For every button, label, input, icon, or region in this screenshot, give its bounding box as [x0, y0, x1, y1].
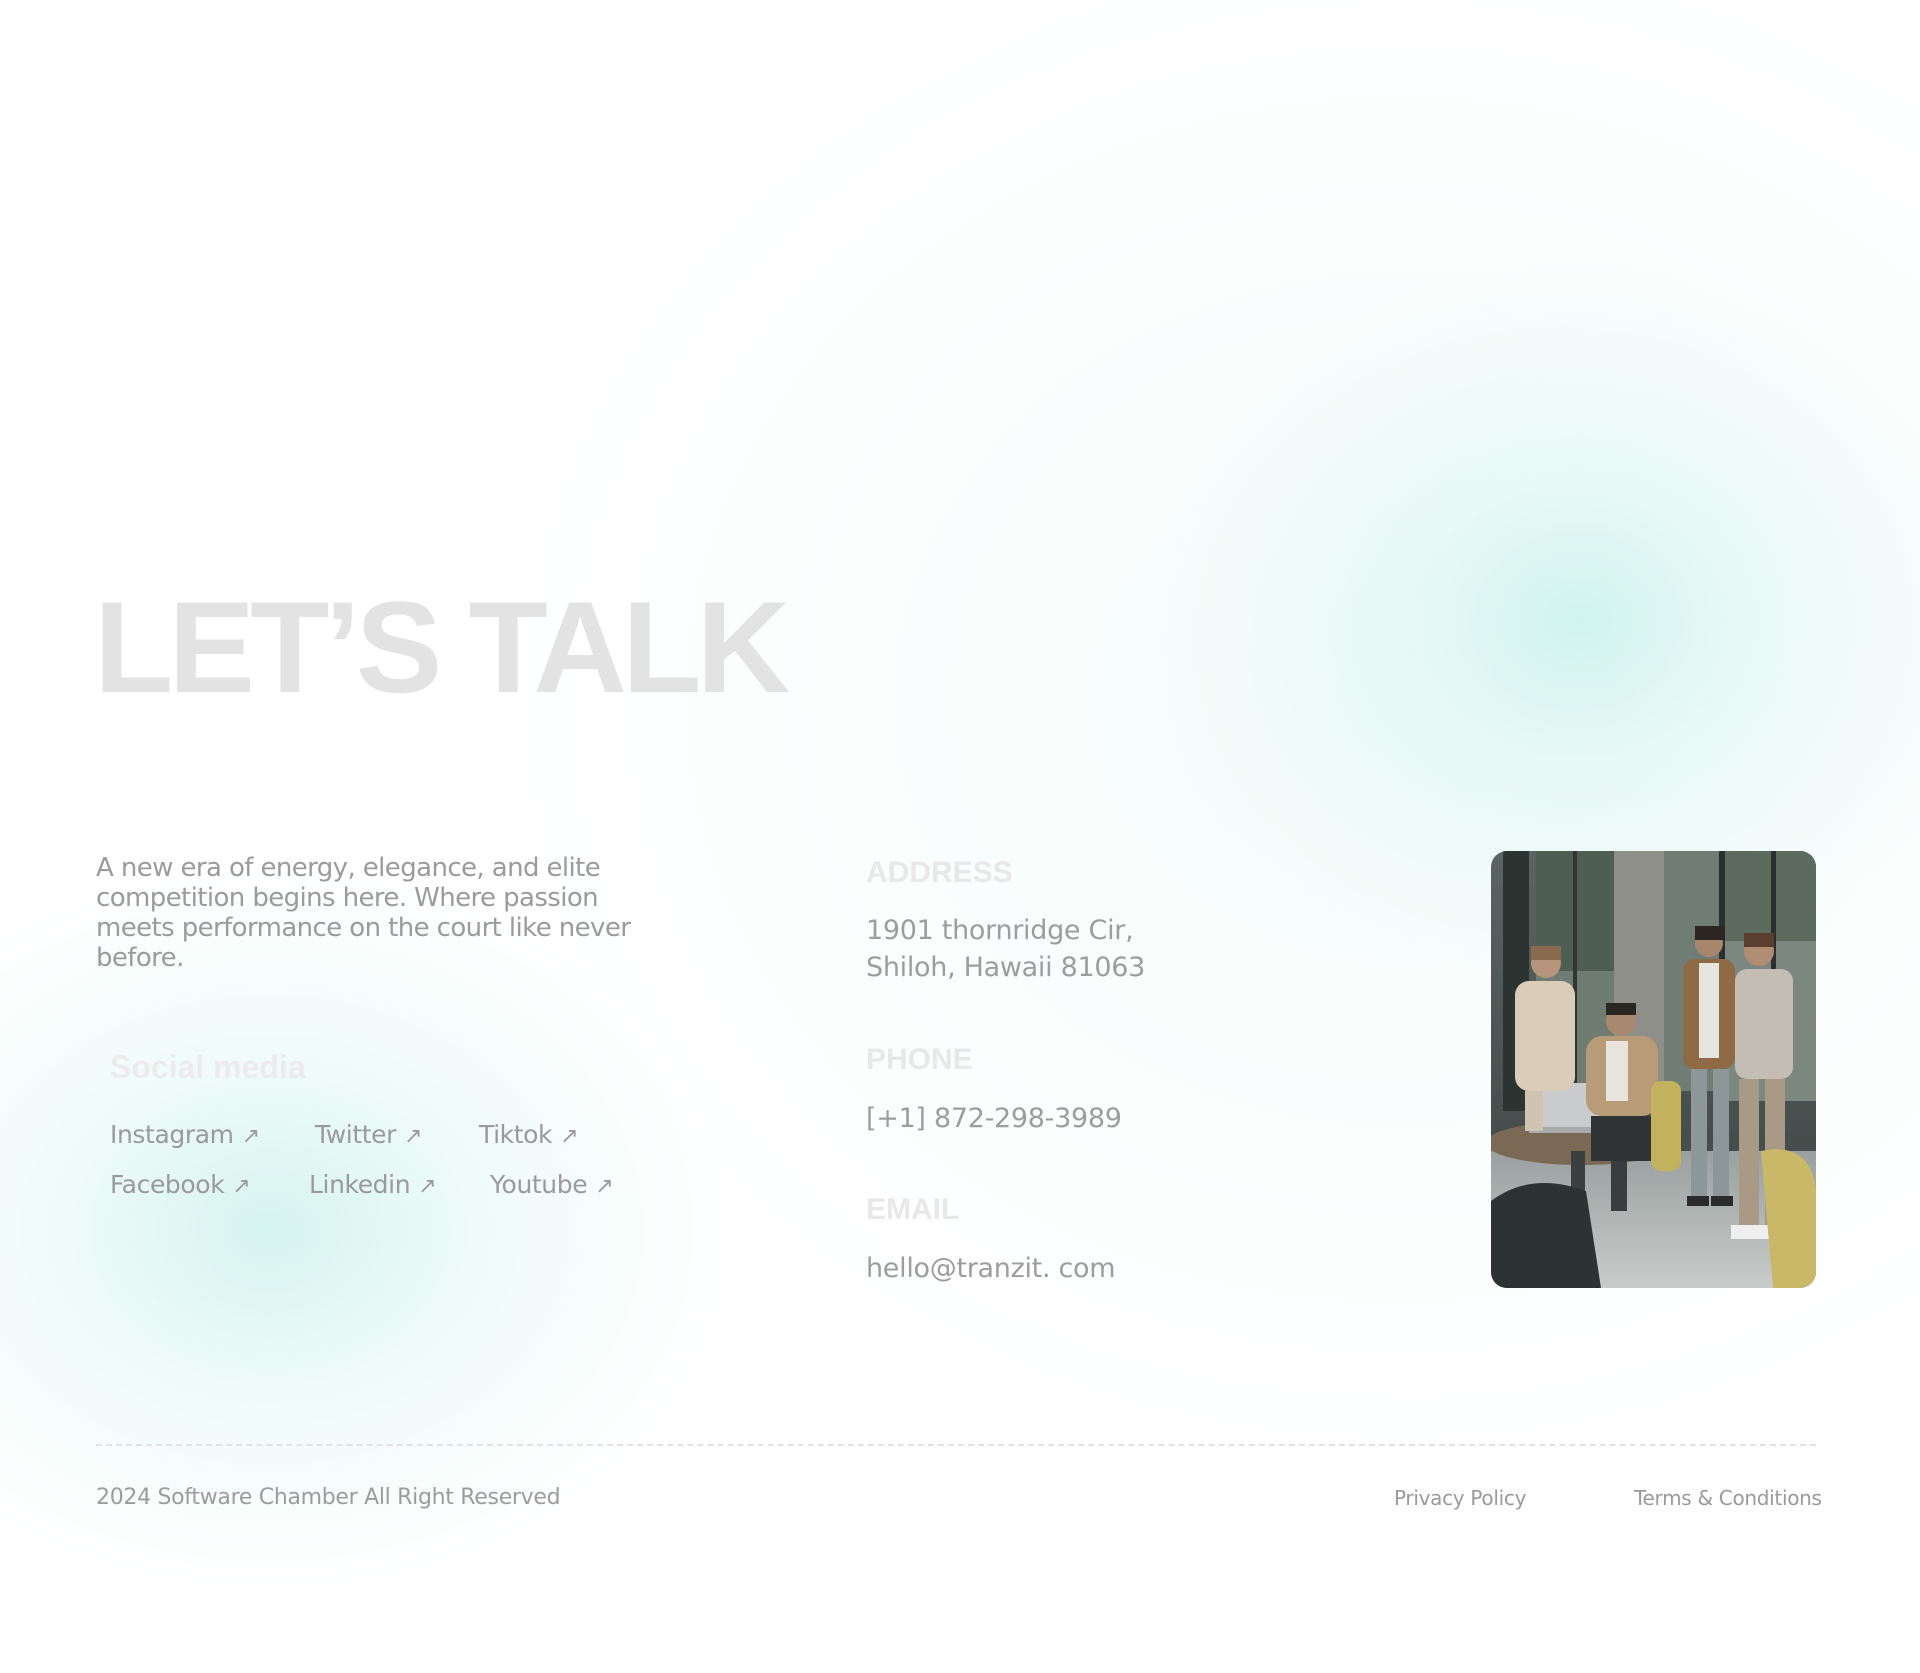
arrow-up-right-icon: ↗: [560, 1124, 579, 1149]
email-label: EMAIL: [866, 1193, 960, 1226]
copyright-text: 2024 Software Chamber All Right Reserved: [96, 1485, 561, 1510]
phone-value[interactable]: [+1] 872-298-3989: [866, 1100, 1122, 1137]
privacy-policy-link[interactable]: Privacy Policy: [1394, 1486, 1526, 1510]
intro-text: A new era of energy, elegance, and elite…: [96, 853, 631, 973]
email-value[interactable]: hello@tranzit. com: [866, 1250, 1116, 1287]
social-link-label: Twitter: [315, 1120, 396, 1149]
social-link-label: Linkedin: [309, 1170, 411, 1199]
social-link-tiktok[interactable]: Tiktok ↗: [479, 1120, 579, 1149]
footer-divider: [96, 1444, 1816, 1446]
terms-conditions-link[interactable]: Terms & Conditions: [1634, 1486, 1822, 1510]
social-link-label: Youtube: [490, 1170, 588, 1199]
social-link-label: Tiktok: [479, 1120, 553, 1149]
background-gradient: [0, 0, 1920, 1673]
social-link-linkedin[interactable]: Linkedin ↗: [309, 1170, 437, 1199]
social-link-twitter[interactable]: Twitter ↗: [315, 1120, 422, 1149]
address-line-1: 1901 thornridge Cir,: [866, 915, 1134, 946]
page-title: LET’S TALK: [94, 574, 790, 720]
team-photo: [1491, 851, 1816, 1288]
arrow-up-right-icon: ↗: [232, 1174, 251, 1199]
social-link-label: Instagram: [110, 1120, 234, 1149]
arrow-up-right-icon: ↗: [418, 1174, 437, 1199]
social-link-instagram[interactable]: Instagram ↗: [110, 1120, 260, 1149]
address-line-2: Shiloh, Hawaii 81063: [866, 952, 1146, 983]
address-label: ADDRESS: [866, 856, 1013, 889]
social-media-heading: Social media: [110, 1049, 306, 1085]
social-link-label: Facebook: [110, 1170, 225, 1199]
arrow-up-right-icon: ↗: [595, 1174, 614, 1199]
social-link-facebook[interactable]: Facebook ↗: [110, 1170, 251, 1199]
arrow-up-right-icon: ↗: [241, 1124, 260, 1149]
arrow-up-right-icon: ↗: [404, 1124, 423, 1149]
phone-label: PHONE: [866, 1043, 973, 1076]
social-link-youtube[interactable]: Youtube ↗: [490, 1170, 614, 1199]
